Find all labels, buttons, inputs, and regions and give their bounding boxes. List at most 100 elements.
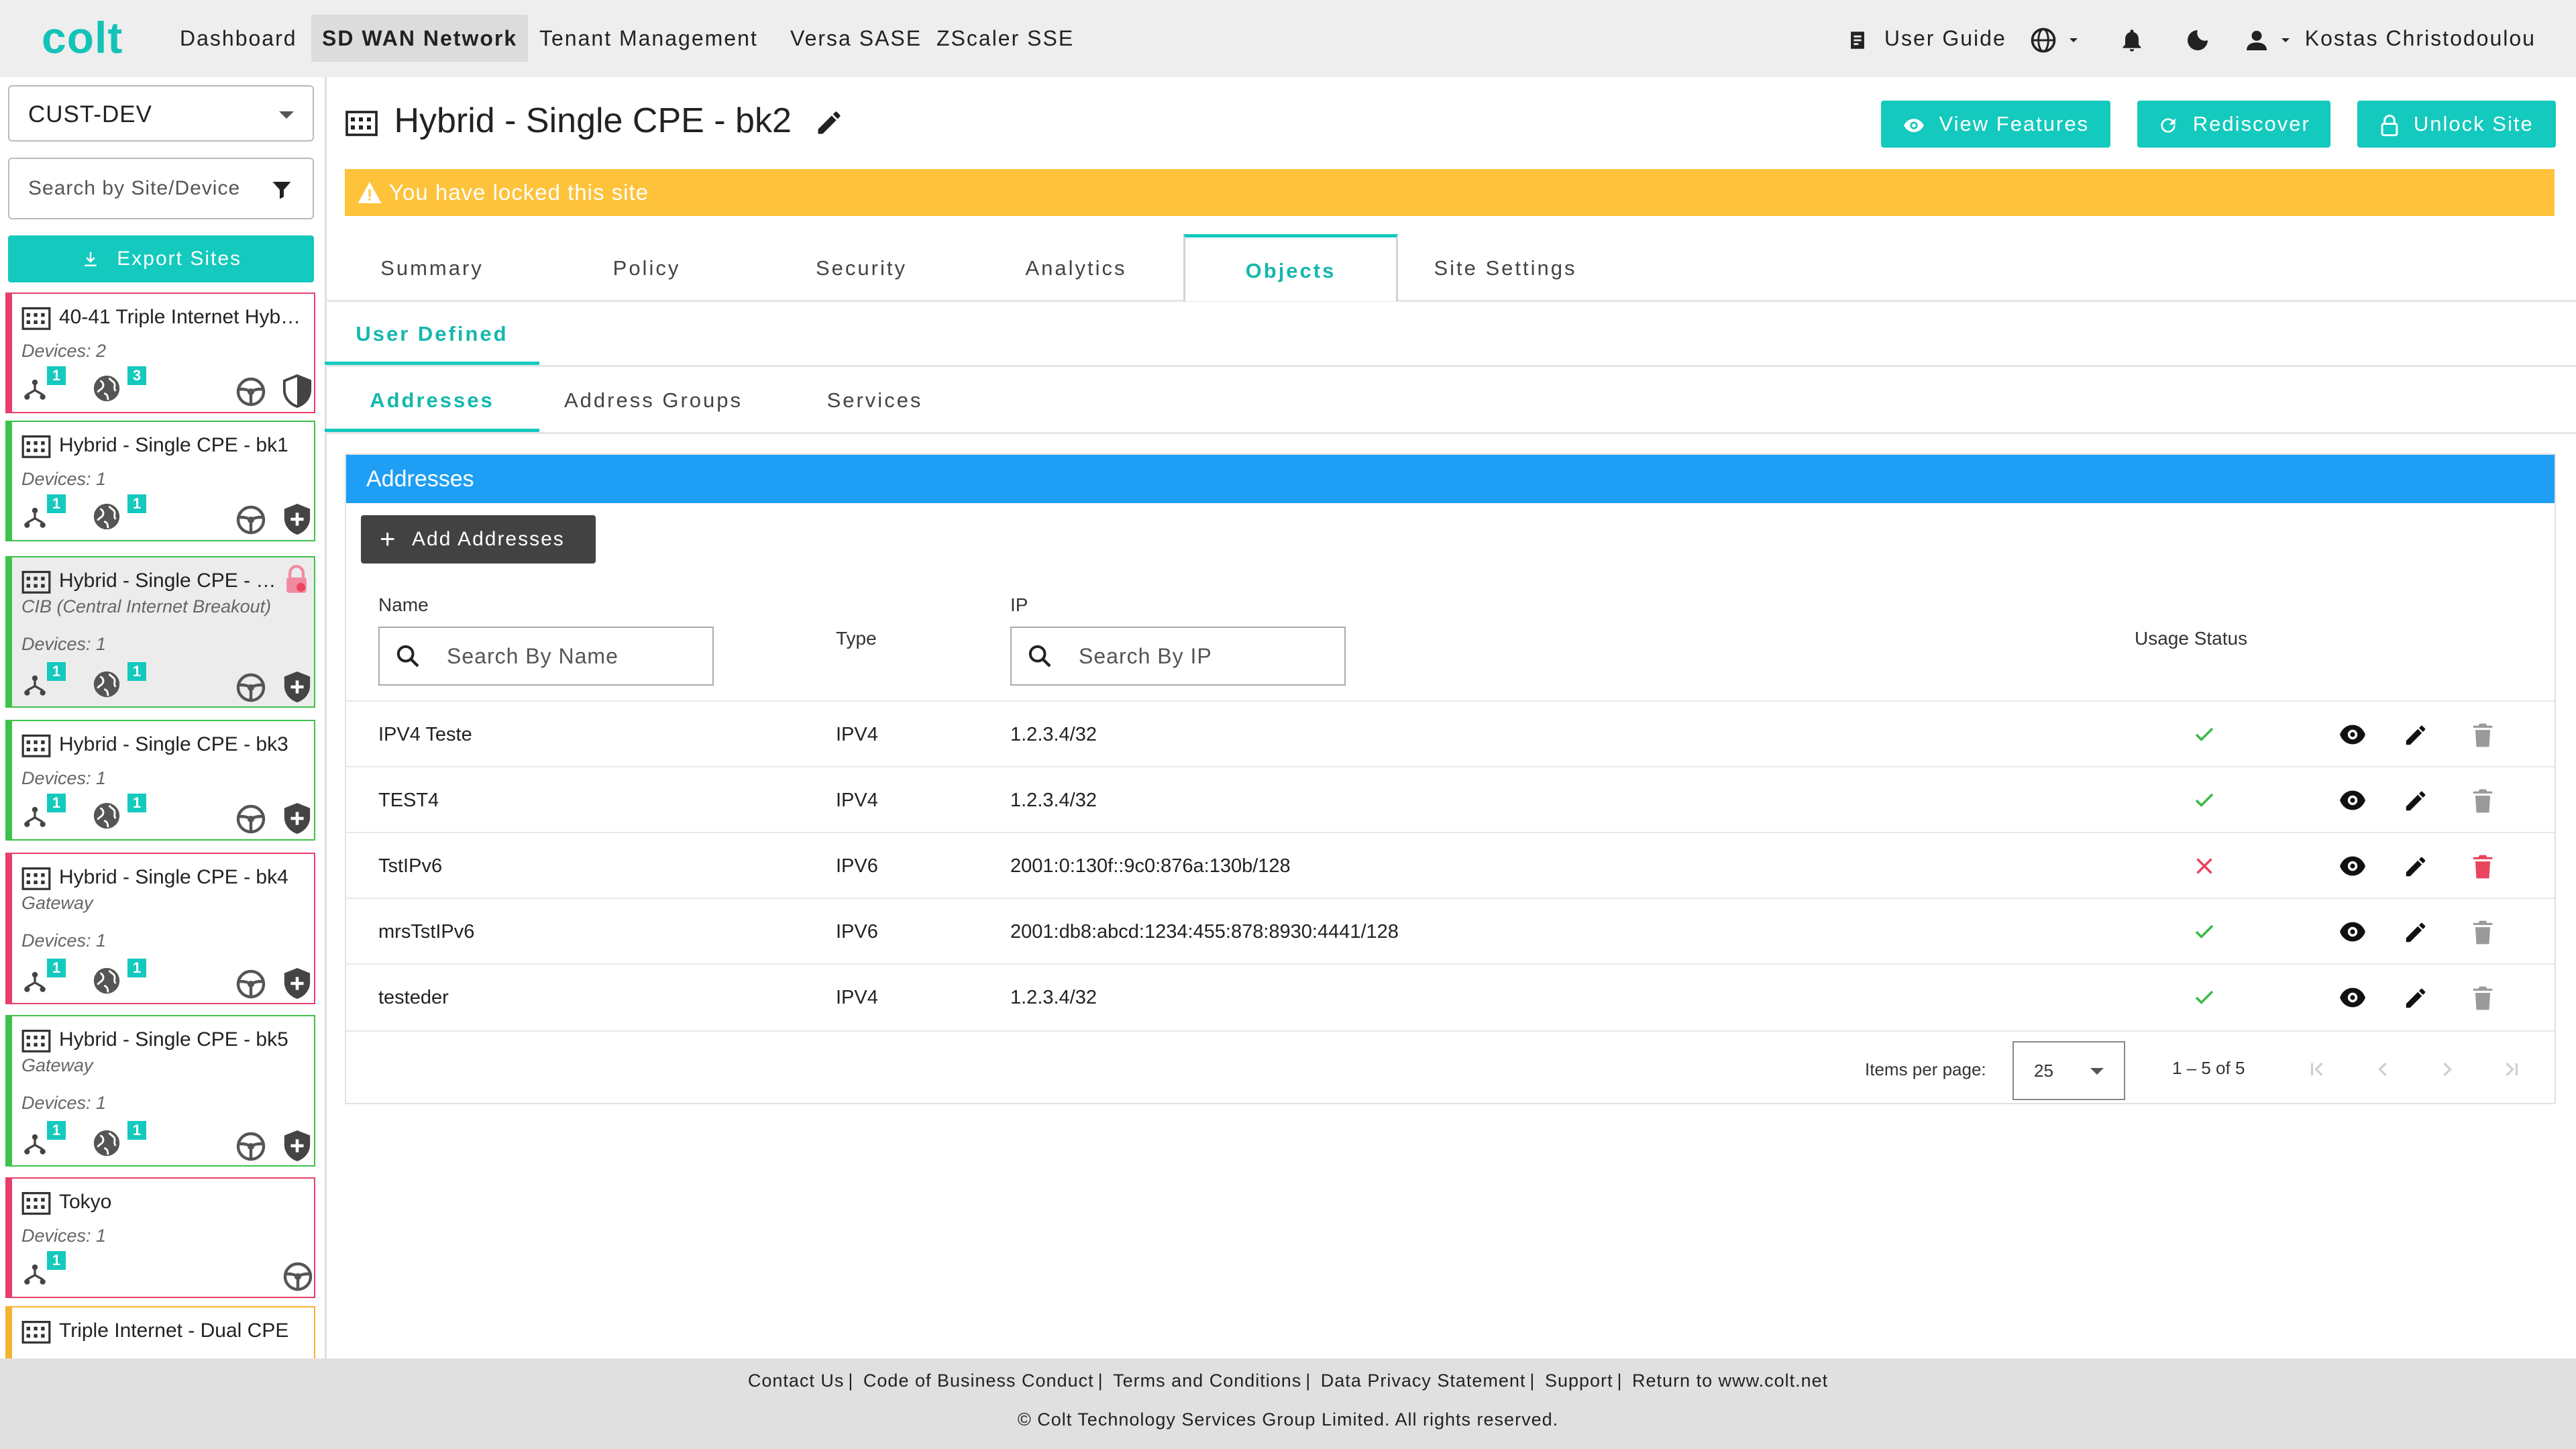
building-icon — [21, 1320, 51, 1344]
notifications-button[interactable] — [2118, 15, 2145, 62]
customer-select-value: CUST-DEV — [28, 101, 152, 127]
view-eye-icon[interactable] — [2337, 920, 2368, 944]
unlock-site-button[interactable]: Unlock Site — [2357, 101, 2556, 148]
tab-security[interactable]: Security — [754, 236, 969, 300]
footer-link-code-of-business-conduct[interactable]: Code of Business Conduct — [859, 1371, 1098, 1391]
last-page-icon[interactable] — [2500, 1057, 2524, 1081]
tab-summary[interactable]: Summary — [325, 236, 539, 300]
eye-icon — [1904, 118, 1924, 132]
table-row: IPV4 Teste IPV4 1.2.3.4/32 — [346, 700, 2555, 767]
table-row: mrsTstIPv6 IPV6 2001:db8:abcd:1234:455:8… — [346, 898, 2555, 965]
view-eye-icon[interactable] — [2337, 985, 2368, 1010]
edit-pencil-icon[interactable] — [2403, 788, 2428, 814]
view-eye-icon[interactable] — [2337, 854, 2368, 878]
tab-address-groups[interactable]: Address Groups — [539, 368, 767, 432]
nav-dashboard[interactable]: Dashboard — [169, 15, 308, 62]
nav-tenant-management[interactable]: Tenant Management — [529, 15, 769, 62]
internet-count-badge: 1 — [127, 794, 146, 812]
pencil-icon[interactable] — [814, 108, 844, 138]
delete-trash-icon[interactable] — [2471, 985, 2494, 1011]
delete-trash-icon[interactable] — [2471, 722, 2494, 748]
site-card[interactable]: Triple Internet - Dual CPE — [5, 1306, 315, 1358]
add-addresses-button[interactable]: + Add Addresses — [361, 515, 596, 564]
locked-site-message: You have locked this site — [389, 180, 649, 205]
tab-user-defined[interactable]: User Defined — [325, 303, 539, 365]
name-search-input[interactable]: Search By Name — [378, 627, 714, 686]
nav-zscaler-sse[interactable]: ZScaler SSE — [926, 15, 1085, 62]
site-card[interactable]: 40-41 Triple Internet Hyb… Devices: 2 1 … — [5, 292, 315, 413]
next-page-icon[interactable] — [2435, 1057, 2459, 1081]
site-card-devices: Devices: 1 — [21, 768, 107, 788]
filter-icon[interactable] — [270, 178, 294, 202]
view-eye-icon[interactable] — [2337, 722, 2368, 747]
export-sites-button[interactable]: Export Sites — [8, 235, 314, 282]
user-menu[interactable]: Kostas Christodoulou — [2243, 15, 2536, 62]
globe-icon — [2031, 28, 2056, 52]
footer-link-data-privacy[interactable]: Data Privacy Statement — [1317, 1371, 1530, 1391]
add-addresses-label: Add Addresses — [412, 528, 565, 550]
site-card[interactable]: Hybrid - Single CPE - bk5 Gateway Device… — [5, 1015, 315, 1167]
site-card-selected[interactable]: Hybrid - Single CPE - … CIB (Central Int… — [5, 556, 315, 708]
user-guide-link[interactable]: User Guide — [1846, 15, 2006, 62]
first-page-icon[interactable] — [2305, 1057, 2329, 1081]
page-footer: Contact Us | Code of Business Conduct | Te… — [0, 1358, 2576, 1449]
nav-versa-sase[interactable]: Versa SASE — [780, 15, 932, 62]
site-card-devices: Devices: 2 — [21, 341, 107, 361]
object-source-tabs: User Defined — [325, 303, 2576, 367]
tab-addresses[interactable]: Addresses — [325, 368, 539, 432]
site-card-devices: Devices: 1 — [21, 469, 107, 489]
delete-trash-icon[interactable] — [2471, 854, 2494, 879]
tab-policy[interactable]: Policy — [539, 236, 754, 300]
address-type: IPV6 — [836, 921, 878, 943]
items-per-page-label: Items per page: — [1865, 1059, 1986, 1079]
edit-pencil-icon[interactable] — [2403, 722, 2428, 748]
footer-link-contact-us[interactable]: Contact Us — [744, 1371, 849, 1391]
edit-pencil-icon[interactable] — [2403, 920, 2428, 945]
footer-link-terms-and-conditions[interactable]: Terms and Conditions — [1109, 1371, 1305, 1391]
tab-services[interactable]: Services — [767, 368, 982, 432]
document-icon — [1851, 31, 1864, 49]
language-menu[interactable] — [2029, 15, 2082, 62]
edit-pencil-icon[interactable] — [2403, 854, 2428, 879]
dark-mode-toggle[interactable] — [2184, 15, 2211, 62]
building-icon — [21, 307, 51, 330]
items-per-page-select[interactable]: 25 — [2012, 1041, 2125, 1100]
chevron-down-icon — [2090, 1068, 2104, 1075]
delete-trash-icon[interactable] — [2471, 788, 2494, 814]
steering-wheel-icon — [236, 505, 266, 535]
site-card[interactable]: Tokyo Devices: 1 1 — [5, 1177, 315, 1298]
tab-analytics[interactable]: Analytics — [969, 236, 1183, 300]
network-topology-icon — [24, 1264, 46, 1285]
address-name: TEST4 — [378, 790, 439, 811]
colt-logo[interactable]: colt — [42, 12, 123, 63]
nav-sd-wan-network[interactable]: SD WAN Network — [311, 15, 529, 62]
moon-icon — [2188, 30, 2208, 50]
globe-icon — [93, 671, 120, 698]
previous-page-icon[interactable] — [2371, 1057, 2395, 1081]
view-eye-icon[interactable] — [2337, 788, 2368, 812]
edit-pencil-icon[interactable] — [2403, 985, 2428, 1011]
tab-objects[interactable]: Objects — [1183, 234, 1398, 301]
name-search-placeholder: Search By Name — [447, 644, 619, 668]
site-card-name: Triple Internet - Dual CPE — [59, 1320, 289, 1342]
footer-link-support[interactable]: Support — [1541, 1371, 1617, 1391]
address-type: IPV4 — [836, 790, 878, 811]
site-card[interactable]: Hybrid - Single CPE - bk1 Devices: 1 1 1 — [5, 421, 315, 541]
rediscover-button[interactable]: Rediscover — [2137, 101, 2330, 148]
user-icon — [2247, 30, 2267, 50]
ip-search-input[interactable]: Search By IP — [1010, 627, 1346, 686]
tab-site-settings[interactable]: Site Settings — [1398, 236, 1613, 300]
delete-trash-icon[interactable] — [2471, 920, 2494, 945]
unlock-site-label: Unlock Site — [2413, 112, 2534, 136]
building-icon — [21, 1191, 51, 1215]
customer-select[interactable]: CUST-DEV — [8, 85, 314, 142]
view-features-button[interactable]: View Features — [1881, 101, 2110, 148]
steering-wheel-icon — [236, 1132, 266, 1161]
globe-icon — [93, 503, 120, 530]
site-card[interactable]: Hybrid - Single CPE - bk3 Devices: 1 1 1 — [5, 720, 315, 841]
site-card[interactable]: Hybrid - Single CPE - bk4 Gateway Device… — [5, 853, 315, 1004]
site-search-input[interactable]: Search by Site/Device — [8, 158, 314, 219]
site-card-devices: Devices: 1 — [21, 1093, 107, 1113]
footer-link-colt-net[interactable]: Return to www.colt.net — [1628, 1371, 1832, 1391]
device-count-badge: 1 — [47, 959, 66, 977]
